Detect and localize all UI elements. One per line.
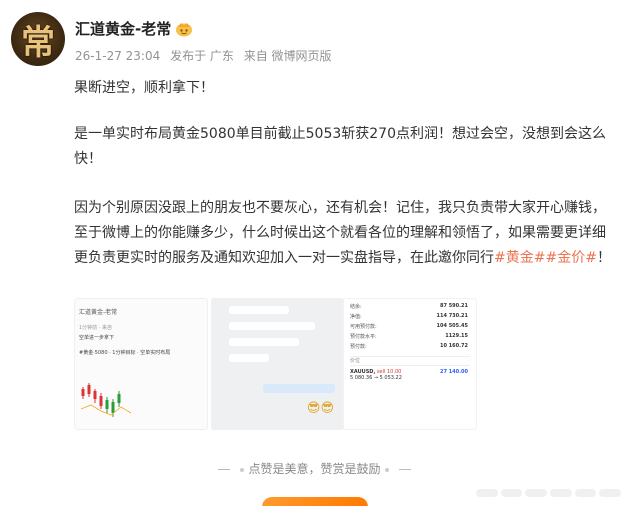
topic-link-gold[interactable]: #黄金# xyxy=(494,250,545,266)
divider xyxy=(398,469,411,470)
thumb1-meta: 1分钟前 · 来自 xyxy=(79,325,112,331)
reward-note: 点赞是美意，赞赏是鼓励 xyxy=(0,460,629,477)
divider-dot xyxy=(384,467,389,472)
position-row: XAUUSD, sell 10.00 5 080.36 → 5 053.22 2… xyxy=(350,369,468,381)
image-thumb-trading-account[interactable]: 结余: 87 590.21 净值: 114 730.21 可用预付款: 104 505… xyxy=(343,298,477,430)
avatar-glyph: 常 xyxy=(21,22,55,63)
account-row: 净值: 114 730.21 xyxy=(350,313,468,320)
account-row: 可用预付款: 104 505.45 xyxy=(350,323,468,330)
chat-bubble xyxy=(228,322,315,330)
topic-link-gold-price[interactable]: #金价# xyxy=(545,250,596,266)
thumb1-line2: #黄金·5080 · 1分钟目标 · 空单实时布局 xyxy=(79,350,171,356)
post-paragraph-2: 是一单实时布局黄金5080单目前截止5053斩获270点利润！想过会空，没想到会… xyxy=(74,126,606,167)
image-thumb-chat[interactable]: 😎😎 xyxy=(210,298,344,430)
mini-price-chart xyxy=(80,383,132,417)
chat-bubble xyxy=(228,306,289,314)
chat-bubble-self xyxy=(262,384,335,393)
post-meta: 26-1-27 23:04 发布于 广东 来自 微博网页版 xyxy=(75,47,338,64)
post-source: 来自 微博网页版 xyxy=(243,49,332,63)
post-paragraph-1: 果断进空，顺利拿下！ xyxy=(74,80,214,96)
post-paragraph-3-end: ！ xyxy=(596,250,611,266)
divider xyxy=(350,356,470,357)
divider xyxy=(218,469,231,470)
post-time[interactable]: 26-1-27 23:04 xyxy=(75,49,160,63)
sunglasses-emoji-icon: 😎😎 xyxy=(306,401,334,416)
reward-button[interactable] xyxy=(262,497,368,506)
name-row: 汇道黄金-老常 xyxy=(75,18,193,39)
post-location: 发布于 广东 xyxy=(170,49,234,63)
account-row: 预付款水平: 1129.15 xyxy=(350,333,468,340)
post-content: 果断进空，顺利拿下！ 是一单实时布局黄金5080单目前截止5053斩获270点利… xyxy=(74,76,614,295)
blurred-watermark xyxy=(476,482,622,504)
avatar[interactable]: 常 xyxy=(11,12,65,66)
thumb1-title: 汇道黄金-老常 xyxy=(79,309,118,316)
thumb1-line1: 空单进一步拿下 xyxy=(79,335,115,341)
divider-dot xyxy=(240,467,245,472)
crown-badge-icon xyxy=(175,21,193,37)
account-row: 预付款: 10 160.72 xyxy=(350,343,468,350)
chat-bubble xyxy=(228,354,269,362)
post-header: 常 汇道黄金-老常 26-1-27 23:04 发布于 广东 来自 微博网页版 xyxy=(11,12,621,72)
post-images: 汇道黄金-老常 1分钟前 · 来自 空单进一步拿下 #黄金·5080 · 1分钟… xyxy=(74,298,344,430)
username[interactable]: 汇道黄金-老常 xyxy=(75,18,171,39)
chat-bubble xyxy=(228,338,299,346)
divider xyxy=(350,365,470,366)
post-paragraph-3: 因为个别原因没跟上的朋友也不要灰心，还有机会！记住，我只负责带大家开心赚钱，至于… xyxy=(74,196,614,271)
account-row: 结余: 87 590.21 xyxy=(350,303,468,310)
image-thumb-weibo-post[interactable]: 汇道黄金-老常 1分钟前 · 来自 空单进一步拿下 #黄金·5080 · 1分钟… xyxy=(74,298,208,430)
section-label: 价位 xyxy=(350,358,361,364)
reward-note-text: 点赞是美意，赞赏是鼓励 xyxy=(248,462,381,476)
